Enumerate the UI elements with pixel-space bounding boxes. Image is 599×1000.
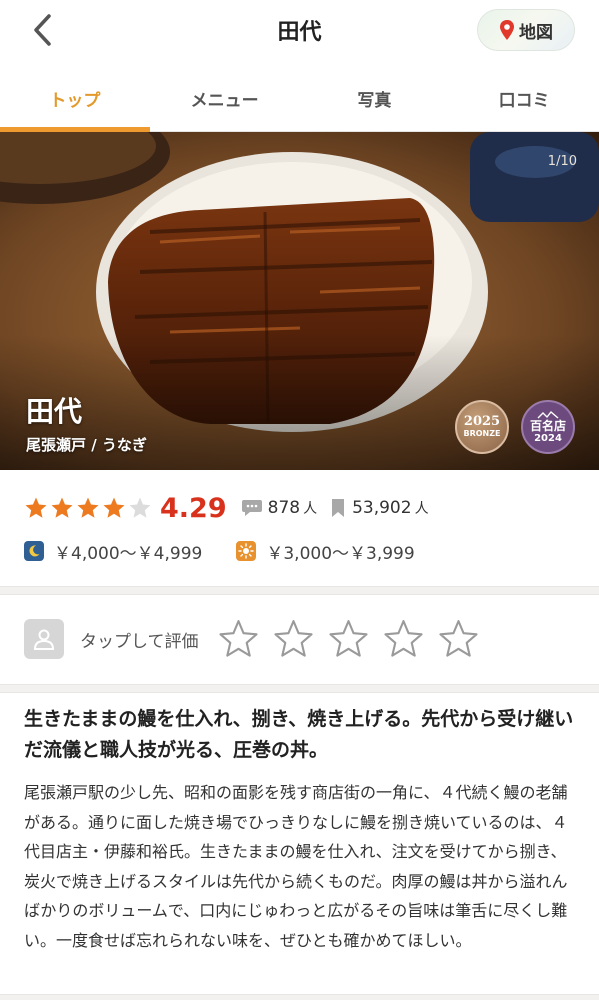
rate-star-3-icon[interactable] bbox=[327, 618, 370, 660]
unadon-photo bbox=[0, 132, 599, 470]
map-label: 地図 bbox=[519, 22, 553, 43]
saved-count-value: 53,902 bbox=[352, 498, 412, 518]
review-count-value: 878 bbox=[267, 498, 301, 518]
bronze-label: BRONZE bbox=[463, 429, 501, 438]
tab-menu[interactable]: メニュー bbox=[150, 66, 300, 131]
bookmark-icon bbox=[332, 499, 345, 517]
avatar bbox=[24, 619, 64, 659]
star-filled-icon bbox=[77, 497, 99, 518]
review-count-unit: 人 bbox=[303, 501, 318, 517]
station-genre: 尾張瀬戸 / うなぎ bbox=[26, 436, 147, 454]
tab-reviews[interactable]: 口コミ bbox=[449, 66, 599, 131]
section-divider bbox=[0, 684, 599, 693]
photo-counter: 1/10 bbox=[547, 154, 577, 169]
description-title: 生きたままの鰻を仕入れ、捌き、焼き上げる。先代から受け継いだ流儀と職人技が光る、… bbox=[24, 708, 574, 761]
rating-score: 4.29 bbox=[160, 492, 227, 524]
hyakumeiten-label: 百名店 bbox=[529, 418, 566, 433]
hyakumeiten-year: 2024 bbox=[534, 432, 562, 444]
hyakumeiten-badge[interactable]: 百名店 2024 bbox=[521, 400, 575, 454]
saved-count-unit: 人 bbox=[414, 501, 429, 517]
rating-row[interactable]: 4.29 878 人 53,902 人 bbox=[24, 488, 429, 528]
header-bar: 田代 地図 bbox=[0, 0, 599, 62]
tap-to-rate-label: タップして評価 bbox=[80, 631, 199, 652]
lunch-price: ￥3,000～￥3,999 bbox=[266, 543, 415, 564]
star-filled-icon bbox=[103, 497, 125, 518]
rate-star-2-icon[interactable] bbox=[272, 618, 315, 660]
comment-icon bbox=[241, 500, 262, 516]
rate-star-5-icon[interactable] bbox=[437, 618, 480, 660]
chevron-left-icon bbox=[34, 14, 51, 46]
bronze-year: 2025 bbox=[463, 414, 501, 429]
saved-count[interactable]: 53,902 人 bbox=[331, 498, 429, 518]
price-row: ￥4,000～￥4,999 ￥3,000～￥3,999 bbox=[24, 536, 415, 566]
review-count[interactable]: 878 人 bbox=[241, 498, 317, 518]
dinner-price: ￥4,000～￥4,999 bbox=[54, 543, 203, 564]
star-filled-icon bbox=[51, 497, 73, 518]
mountain-icon bbox=[537, 410, 559, 419]
sun-icon bbox=[236, 541, 257, 561]
section-divider bbox=[0, 994, 599, 1000]
user-rating-row[interactable]: タップして評価 bbox=[24, 614, 480, 664]
moon-icon bbox=[24, 541, 44, 561]
map-button[interactable]: 地図 bbox=[477, 9, 575, 51]
tab-top[interactable]: トップ bbox=[0, 66, 150, 132]
tab-photos[interactable]: 写真 bbox=[300, 66, 450, 131]
rate-star-1-icon[interactable] bbox=[217, 618, 260, 660]
user-icon bbox=[33, 629, 55, 650]
tab-bar: トップ メニュー 写真 口コミ bbox=[0, 66, 599, 132]
rating-stars bbox=[24, 496, 152, 520]
back-button[interactable] bbox=[22, 10, 62, 50]
map-pin-icon bbox=[500, 20, 514, 40]
description-body: 尾張瀬戸駅の少し先、昭和の面影を残す商店街の一角に、４代続く鰻の老舗がある。通り… bbox=[24, 783, 568, 950]
hero-photo[interactable]: 1/10 田代 尾張瀬戸 / うなぎ 2025 BRONZE 百名店 2024 bbox=[0, 132, 599, 470]
bronze-award-badge[interactable]: 2025 BRONZE bbox=[455, 400, 509, 454]
star-filled-icon bbox=[25, 497, 47, 518]
star-empty-icon bbox=[129, 497, 151, 518]
rate-star-4-icon[interactable] bbox=[382, 618, 425, 660]
rate-stars bbox=[217, 618, 480, 660]
restaurant-name: 田代 bbox=[26, 395, 83, 428]
section-divider bbox=[0, 586, 599, 595]
